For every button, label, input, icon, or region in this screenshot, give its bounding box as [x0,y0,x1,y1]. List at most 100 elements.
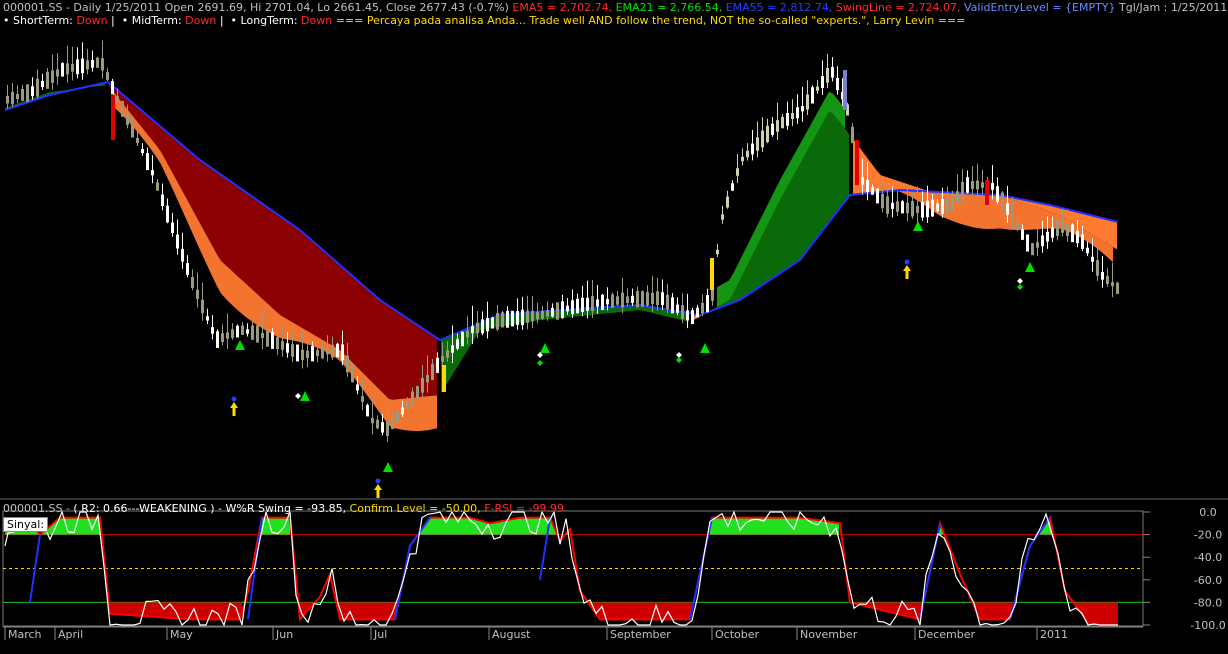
diamond [537,360,543,366]
candle [306,350,309,358]
candle [371,418,374,424]
candle [1116,282,1119,294]
x-tick-label: December [918,628,976,641]
candle [446,350,449,358]
candle [411,391,414,406]
candle [561,301,564,319]
up-arrow-yellow-head [230,402,238,408]
candle [316,349,319,357]
diamond [295,393,301,399]
candle [656,291,659,306]
candle [151,170,154,176]
candle [666,294,669,310]
x-tick-label: October [715,628,759,641]
highlight-bar [111,95,115,140]
candle [111,81,114,95]
candle [231,329,234,338]
candle [586,297,589,311]
candle [1021,228,1024,240]
dot [904,259,910,265]
x-tick-label: September [610,628,671,641]
candle [581,297,584,312]
candle [811,87,814,104]
candle [61,63,64,77]
candle [166,205,169,223]
candle [1066,223,1069,236]
candle [791,113,794,119]
candle [891,202,894,209]
up-arrow-yellow-head [903,265,911,271]
up-arrow [540,343,550,353]
candle [456,339,459,349]
chart-header-line1: 000001.SS - Daily 1/25/2011 Open 2691.69… [3,1,1228,14]
candle [406,402,409,408]
candle [46,71,49,89]
ema5-value: EMA5 = 2,702.74, [512,1,613,14]
candle [1111,282,1114,287]
candle [651,292,654,305]
candle [976,180,979,190]
candle [146,153,149,171]
candle [881,193,884,209]
shortterm-label: • ShortTerm: [3,14,73,27]
x-tick-label: March [8,628,42,641]
highlight-bar [442,365,446,392]
candle [716,249,719,255]
candle [731,183,734,191]
candle [681,305,684,319]
candle [701,302,704,314]
candle [676,304,679,313]
candle [786,112,789,126]
candle [1011,214,1014,220]
up-arrow-yellow [232,408,236,416]
candle [336,343,339,358]
candle [761,130,764,148]
candle [1106,276,1109,284]
candle [626,296,629,303]
wr-swing-blue [29,534,41,603]
candle [101,58,104,71]
candle [241,325,244,335]
chart-header-line2: • ShortTerm: Down | • MidTerm: Down | • … [3,14,965,27]
candle [1061,218,1064,233]
frsi-value: F-RSI = -99.99 [484,502,565,515]
candle [266,329,269,347]
candle [356,384,359,391]
candle [756,137,759,151]
candle [451,345,454,353]
candle [91,59,94,68]
candle [526,310,529,323]
candle [776,120,779,132]
candle [951,195,954,213]
candle [836,77,839,91]
candle [1016,222,1019,229]
x-tick-label: 2011 [1040,628,1068,641]
candle [741,156,744,162]
candle [186,263,189,275]
candle [801,105,804,112]
candle [131,122,134,138]
candle [916,205,919,213]
candle [886,196,889,214]
candle [826,67,829,83]
candle [51,70,54,83]
candle [1046,231,1049,242]
dot [375,478,381,484]
candle [246,329,249,334]
separator: | [111,14,115,27]
ema21-value: EMA21 = 2,766.54, [615,1,723,14]
highlight-bar [843,70,847,110]
candle [966,177,969,193]
candle [551,307,554,317]
candle [806,94,809,110]
up-arrow [300,391,310,401]
up-arrow [383,462,393,472]
candle [576,298,579,314]
candle [301,349,304,360]
candle [736,168,739,176]
x-tick-label: August [492,628,531,641]
candle [991,183,994,190]
shortterm-value: Down [76,14,108,27]
candle [871,187,874,195]
candle [956,191,959,203]
